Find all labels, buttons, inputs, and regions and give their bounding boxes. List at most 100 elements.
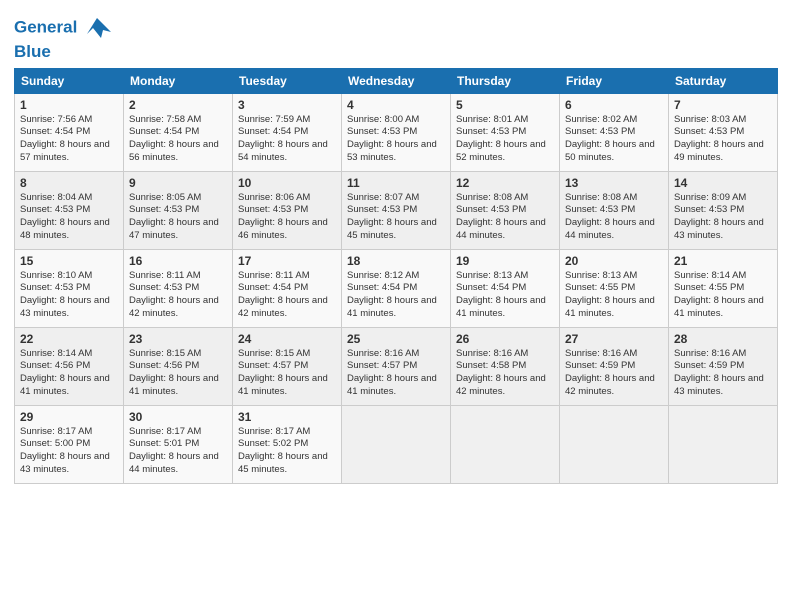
day-number: 31 xyxy=(238,410,336,424)
day-number: 15 xyxy=(20,254,118,268)
day-info: Sunrise: 8:16 AMSunset: 4:59 PMDaylight:… xyxy=(674,348,772,399)
calendar-cell: 29Sunrise: 8:17 AMSunset: 5:00 PMDayligh… xyxy=(15,405,124,483)
day-number: 11 xyxy=(347,176,445,190)
day-info: Sunrise: 8:16 AMSunset: 4:58 PMDaylight:… xyxy=(456,348,554,399)
day-number: 7 xyxy=(674,98,772,112)
day-number: 9 xyxy=(129,176,227,190)
day-number: 5 xyxy=(456,98,554,112)
calendar-week-2: 15 Sunrise: 8:10 AMSunset: 4:53 PMDayligh… xyxy=(15,249,778,327)
day-info: Sunrise: 8:00 AMSunset: 4:53 PMDaylight:… xyxy=(347,114,445,165)
weekday-header-saturday: Saturday xyxy=(669,68,778,93)
calendar-cell: 5 Sunrise: 8:01 AMSunset: 4:53 PMDaylight… xyxy=(451,93,560,171)
day-info: Sunrise: 8:13 AMSunset: 4:55 PMDaylight:… xyxy=(565,270,663,321)
calendar-week-1: 8 Sunrise: 8:04 AMSunset: 4:53 PMDaylight… xyxy=(15,171,778,249)
day-info: Sunrise: 8:16 AMSunset: 4:59 PMDaylight:… xyxy=(565,348,663,399)
day-info: Sunrise: 8:01 AMSunset: 4:53 PMDaylight:… xyxy=(456,114,554,165)
calendar-cell xyxy=(342,405,451,483)
day-info: Sunrise: 7:59 AMSunset: 4:54 PMDaylight:… xyxy=(238,114,336,165)
day-number: 13 xyxy=(565,176,663,190)
calendar-cell: 4 Sunrise: 8:00 AMSunset: 4:53 PMDaylight… xyxy=(342,93,451,171)
weekday-header-row: SundayMondayTuesdayWednesdayThursdayFrid… xyxy=(15,68,778,93)
calendar-cell: 7 Sunrise: 8:03 AMSunset: 4:53 PMDaylight… xyxy=(669,93,778,171)
calendar-cell: 11 Sunrise: 8:07 AMSunset: 4:53 PMDayligh… xyxy=(342,171,451,249)
day-number: 4 xyxy=(347,98,445,112)
weekday-header-sunday: Sunday xyxy=(15,68,124,93)
weekday-header-friday: Friday xyxy=(560,68,669,93)
weekday-header-thursday: Thursday xyxy=(451,68,560,93)
day-info: Sunrise: 8:10 AMSunset: 4:53 PMDaylight:… xyxy=(20,270,118,321)
calendar-cell: 8 Sunrise: 8:04 AMSunset: 4:53 PMDaylight… xyxy=(15,171,124,249)
day-number: 16 xyxy=(129,254,227,268)
calendar-cell: 23 Sunrise: 8:15 AMSunset: 4:56 PMDayligh… xyxy=(124,327,233,405)
day-number: 19 xyxy=(456,254,554,268)
day-info: Sunrise: 8:17 AMSunset: 5:01 PMDaylight:… xyxy=(129,426,227,477)
calendar-cell: 30 Sunrise: 8:17 AMSunset: 5:01 PMDayligh… xyxy=(124,405,233,483)
day-number: 25 xyxy=(347,332,445,346)
day-number: 8 xyxy=(20,176,118,190)
header: General Blue xyxy=(14,10,778,62)
day-number: 23 xyxy=(129,332,227,346)
day-number: 22 xyxy=(20,332,118,346)
calendar-body: 1 Sunrise: 7:56 AMSunset: 4:54 PMDaylight… xyxy=(15,93,778,483)
day-number: 2 xyxy=(129,98,227,112)
day-info: Sunrise: 8:08 AMSunset: 4:53 PMDaylight:… xyxy=(456,192,554,243)
day-number: 6 xyxy=(565,98,663,112)
day-number: 17 xyxy=(238,254,336,268)
calendar-cell: 17 Sunrise: 8:11 AMSunset: 4:54 PMDayligh… xyxy=(233,249,342,327)
day-info: Sunrise: 8:03 AMSunset: 4:53 PMDaylight:… xyxy=(674,114,772,165)
calendar-cell: 1 Sunrise: 7:56 AMSunset: 4:54 PMDaylight… xyxy=(15,93,124,171)
calendar-cell: 25Sunrise: 8:16 AMSunset: 4:57 PMDayligh… xyxy=(342,327,451,405)
day-info: Sunrise: 8:09 AMSunset: 4:53 PMDaylight:… xyxy=(674,192,772,243)
calendar-cell xyxy=(451,405,560,483)
calendar-cell: 12Sunrise: 8:08 AMSunset: 4:53 PMDayligh… xyxy=(451,171,560,249)
calendar-cell: 26Sunrise: 8:16 AMSunset: 4:58 PMDayligh… xyxy=(451,327,560,405)
day-number: 18 xyxy=(347,254,445,268)
day-number: 3 xyxy=(238,98,336,112)
day-number: 10 xyxy=(238,176,336,190)
day-info: Sunrise: 7:56 AMSunset: 4:54 PMDaylight:… xyxy=(20,114,118,165)
calendar-cell xyxy=(669,405,778,483)
day-info: Sunrise: 8:11 AMSunset: 4:54 PMDaylight:… xyxy=(238,270,336,321)
logo: General Blue xyxy=(14,14,111,62)
calendar-cell: 3 Sunrise: 7:59 AMSunset: 4:54 PMDaylight… xyxy=(233,93,342,171)
day-info: Sunrise: 8:06 AMSunset: 4:53 PMDaylight:… xyxy=(238,192,336,243)
day-info: Sunrise: 8:08 AMSunset: 4:53 PMDaylight:… xyxy=(565,192,663,243)
calendar-cell: 21Sunrise: 8:14 AMSunset: 4:55 PMDayligh… xyxy=(669,249,778,327)
calendar-cell: 31 Sunrise: 8:17 AMSunset: 5:02 PMDayligh… xyxy=(233,405,342,483)
day-info: Sunrise: 8:04 AMSunset: 4:53 PMDaylight:… xyxy=(20,192,118,243)
logo-bird-icon xyxy=(83,14,111,42)
calendar-cell: 22 Sunrise: 8:14 AMSunset: 4:56 PMDayligh… xyxy=(15,327,124,405)
day-info: Sunrise: 8:05 AMSunset: 4:53 PMDaylight:… xyxy=(129,192,227,243)
day-number: 14 xyxy=(674,176,772,190)
calendar-cell: 15 Sunrise: 8:10 AMSunset: 4:53 PMDayligh… xyxy=(15,249,124,327)
logo-blue: Blue xyxy=(14,42,111,62)
day-info: Sunrise: 8:17 AMSunset: 5:02 PMDaylight:… xyxy=(238,426,336,477)
day-number: 20 xyxy=(565,254,663,268)
calendar-cell: 28 Sunrise: 8:16 AMSunset: 4:59 PMDayligh… xyxy=(669,327,778,405)
calendar-week-4: 29Sunrise: 8:17 AMSunset: 5:00 PMDayligh… xyxy=(15,405,778,483)
calendar-cell: 18Sunrise: 8:12 AMSunset: 4:54 PMDayligh… xyxy=(342,249,451,327)
day-number: 30 xyxy=(129,410,227,424)
calendar-cell: 2 Sunrise: 7:58 AMSunset: 4:54 PMDaylight… xyxy=(124,93,233,171)
logo-general: General xyxy=(14,17,77,36)
calendar-week-3: 22 Sunrise: 8:14 AMSunset: 4:56 PMDayligh… xyxy=(15,327,778,405)
day-info: Sunrise: 8:07 AMSunset: 4:53 PMDaylight:… xyxy=(347,192,445,243)
calendar-cell: 19 Sunrise: 8:13 AMSunset: 4:54 PMDayligh… xyxy=(451,249,560,327)
weekday-header-wednesday: Wednesday xyxy=(342,68,451,93)
day-info: Sunrise: 8:15 AMSunset: 4:56 PMDaylight:… xyxy=(129,348,227,399)
calendar-cell: 6 Sunrise: 8:02 AMSunset: 4:53 PMDaylight… xyxy=(560,93,669,171)
calendar-cell: 20 Sunrise: 8:13 AMSunset: 4:55 PMDayligh… xyxy=(560,249,669,327)
page-container: General Blue SundayMondayTuesdayWednesda… xyxy=(0,0,792,494)
calendar-cell: 16 Sunrise: 8:11 AMSunset: 4:53 PMDayligh… xyxy=(124,249,233,327)
day-number: 27 xyxy=(565,332,663,346)
calendar-cell: 9 Sunrise: 8:05 AMSunset: 4:53 PMDaylight… xyxy=(124,171,233,249)
day-info: Sunrise: 7:58 AMSunset: 4:54 PMDaylight:… xyxy=(129,114,227,165)
day-number: 28 xyxy=(674,332,772,346)
day-info: Sunrise: 8:11 AMSunset: 4:53 PMDaylight:… xyxy=(129,270,227,321)
calendar-cell: 10 Sunrise: 8:06 AMSunset: 4:53 PMDayligh… xyxy=(233,171,342,249)
day-info: Sunrise: 8:02 AMSunset: 4:53 PMDaylight:… xyxy=(565,114,663,165)
day-info: Sunrise: 8:13 AMSunset: 4:54 PMDaylight:… xyxy=(456,270,554,321)
day-number: 1 xyxy=(20,98,118,112)
day-info: Sunrise: 8:14 AMSunset: 4:56 PMDaylight:… xyxy=(20,348,118,399)
calendar-cell: 14 Sunrise: 8:09 AMSunset: 4:53 PMDayligh… xyxy=(669,171,778,249)
